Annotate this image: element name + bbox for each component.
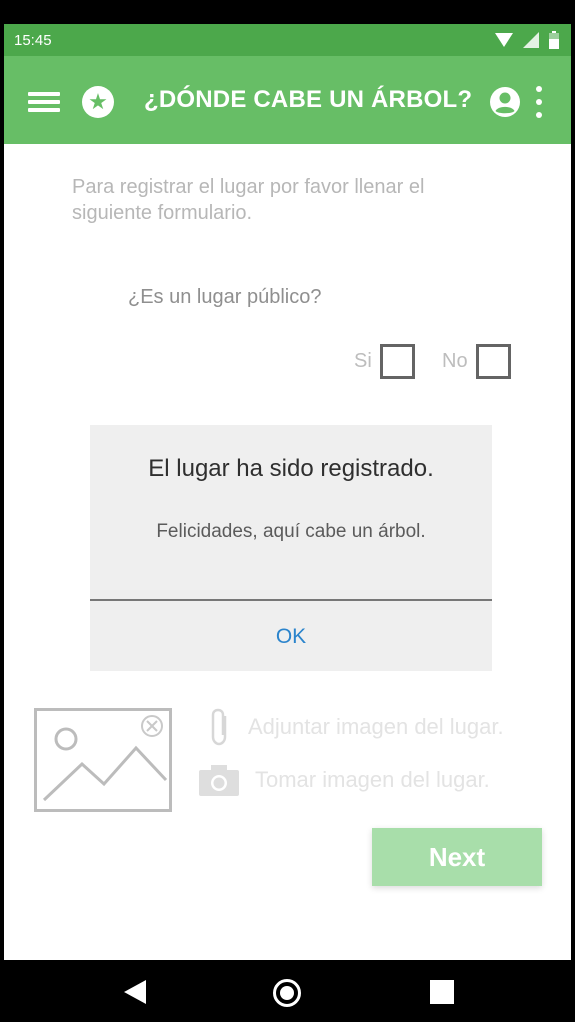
checkbox-yes[interactable] xyxy=(379,344,415,379)
image-placeholder-icon[interactable] xyxy=(34,708,172,812)
camera-icon xyxy=(199,765,239,796)
app-bar: ★ ¿DÓNDE CABE UN ÁRBOL? xyxy=(4,56,571,144)
paperclip-icon xyxy=(211,708,227,746)
confirmation-dialog: El lugar ha sido registrado. Felicidades… xyxy=(90,425,492,671)
menu-icon[interactable] xyxy=(28,92,60,112)
signal-icon xyxy=(523,32,539,48)
home-icon[interactable] xyxy=(272,978,302,1008)
more-vert-icon[interactable] xyxy=(532,86,546,118)
status-time: 15:45 xyxy=(14,31,52,49)
recents-icon[interactable] xyxy=(430,980,454,1004)
star-icon[interactable]: ★ xyxy=(82,86,114,118)
status-bar: 15:45 xyxy=(4,24,571,56)
battery-icon xyxy=(549,31,559,49)
wifi-icon xyxy=(495,33,513,47)
ok-button[interactable]: OK xyxy=(90,625,492,649)
app-title: ¿DÓNDE CABE UN ÁRBOL? xyxy=(144,86,473,113)
option-no-label: No xyxy=(442,350,468,372)
account-icon[interactable] xyxy=(489,86,521,118)
dialog-divider xyxy=(90,599,492,601)
option-yes-label: Si xyxy=(354,350,372,372)
dialog-title: El lugar ha sido registrado. xyxy=(148,455,434,482)
take-photo-label: Tomar imagen del lugar. xyxy=(255,767,490,792)
take-photo-row[interactable]: Tomar imagen del lugar. xyxy=(199,764,490,796)
public-place-question: ¿Es un lugar público? xyxy=(128,286,322,308)
form-content: Para registrar el lugar por favor llenar… xyxy=(4,144,571,960)
attach-image-row[interactable]: Adjuntar imagen del lugar. xyxy=(210,707,504,747)
dialog-message: Felicidades, aquí cabe un árbol. xyxy=(156,521,426,542)
device-frame-top xyxy=(0,0,575,24)
intro-text: Para registrar el lugar por favor llenar… xyxy=(72,176,425,224)
navigation-bar xyxy=(4,960,571,1022)
back-icon[interactable] xyxy=(122,980,148,1004)
checkbox-no[interactable] xyxy=(475,344,511,379)
option-yes: Si xyxy=(354,344,415,379)
option-no: No xyxy=(442,344,511,379)
attach-image-label: Adjuntar imagen del lugar. xyxy=(248,714,504,739)
next-button[interactable]: Next xyxy=(372,828,542,886)
